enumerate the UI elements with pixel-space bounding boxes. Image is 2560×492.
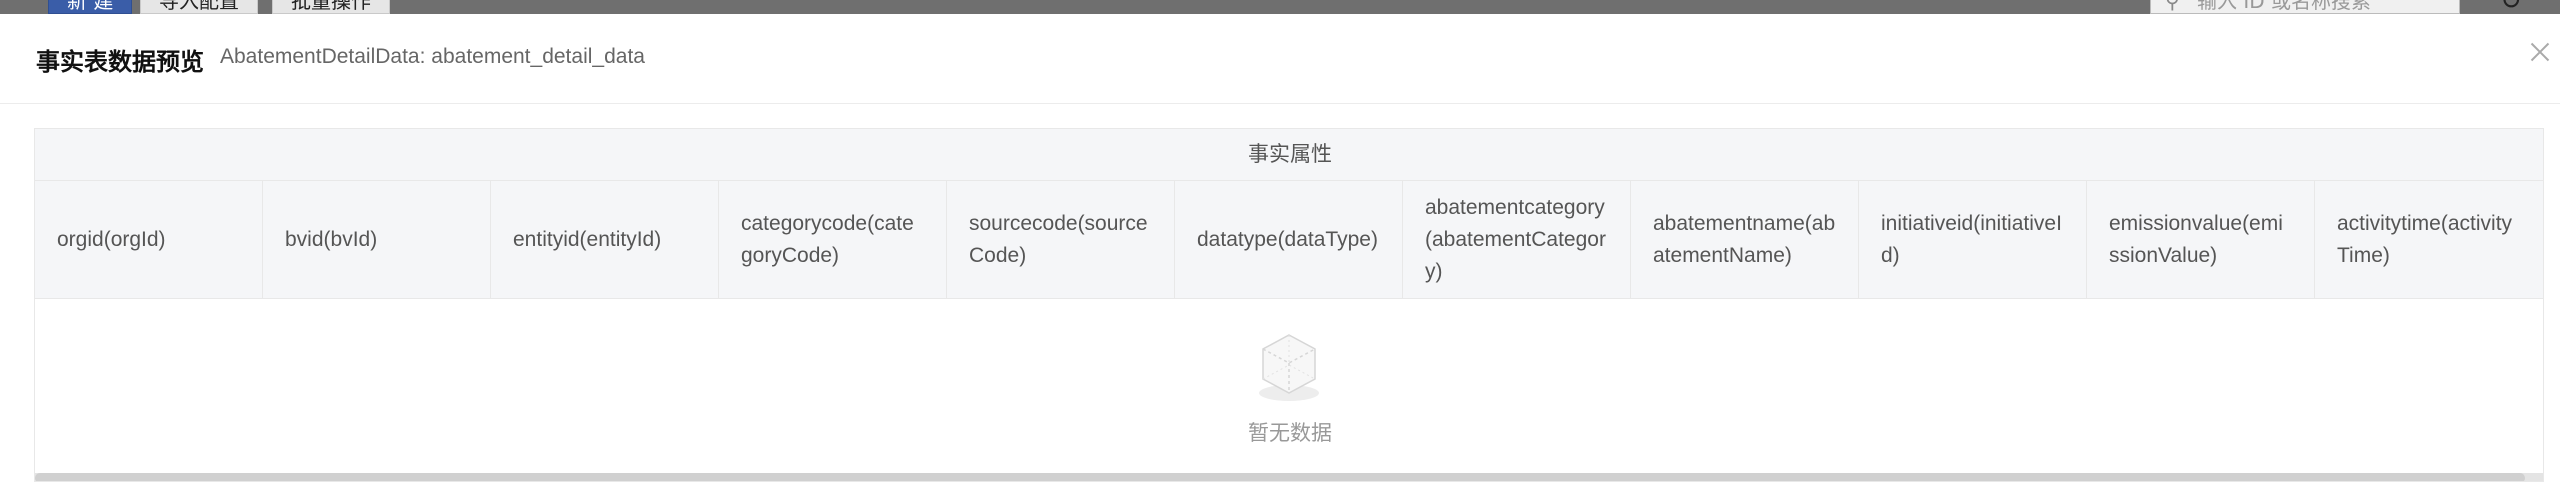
column-header: datatype(dataType) — [1175, 181, 1403, 298]
search-input[interactable]: ⚲ 输入 ID 或名称搜索 — [2150, 0, 2460, 14]
search-icon: ⚲ — [2165, 0, 2180, 13]
modal-title: 事实表数据预览 — [36, 49, 204, 76]
background-toolbar: 新 建 导入配置 批量操作 ⚲ 输入 ID 或名称搜索 ↻ — [0, 0, 2560, 14]
modal-header: 事实表数据预览 AbatementDetailData: abatement_d… — [0, 14, 2560, 104]
column-header: abatementname(abatementName) — [1631, 181, 1859, 298]
column-header: initiativeid(initiativeId) — [1859, 181, 2087, 298]
column-header: entityid(entityId) — [491, 181, 719, 298]
column-header-row: orgid(orgId) bvid(bvId) entityid(entityI… — [35, 181, 2543, 299]
column-header: categorycode(categoryCode) — [719, 181, 947, 298]
search-placeholder: 输入 ID 或名称搜索 — [2197, 0, 2372, 13]
fact-table-preview-modal: 事实表数据预览 AbatementDetailData: abatement_d… — [0, 14, 2560, 492]
column-header: bvid(bvId) — [263, 181, 491, 298]
group-header-fact-attributes: 事实属性 — [35, 129, 2543, 181]
modal-subtitle: AbatementDetailData: abatement_detail_da… — [220, 45, 645, 68]
empty-box-icon — [1259, 334, 1319, 401]
fact-data-table: 事实属性 orgid(orgId) bvid(bvId) entityid(en… — [34, 128, 2544, 482]
column-header: activitytime(activityTime) — [2315, 181, 2543, 298]
column-header: orgid(orgId) — [35, 181, 263, 298]
column-header: abatementcategory(abatementCategory) — [1403, 181, 1631, 298]
column-header: sourcecode(sourceCode) — [947, 181, 1175, 298]
refresh-icon[interactable]: ↻ — [2500, 0, 2522, 14]
empty-text: 暂无数据 — [1248, 422, 1332, 445]
close-icon[interactable] — [2528, 40, 2552, 64]
empty-state: 暂无数据 — [35, 299, 2543, 473]
new-button[interactable]: 新 建 — [48, 0, 133, 14]
scrollbar-thumb[interactable] — [35, 473, 2525, 481]
horizontal-scrollbar[interactable] — [35, 473, 2543, 481]
column-header: emissionvalue(emissionValue) — [2087, 181, 2315, 298]
batch-operation-button[interactable]: 批量操作 — [272, 0, 390, 14]
import-config-button[interactable]: 导入配置 — [140, 0, 258, 14]
